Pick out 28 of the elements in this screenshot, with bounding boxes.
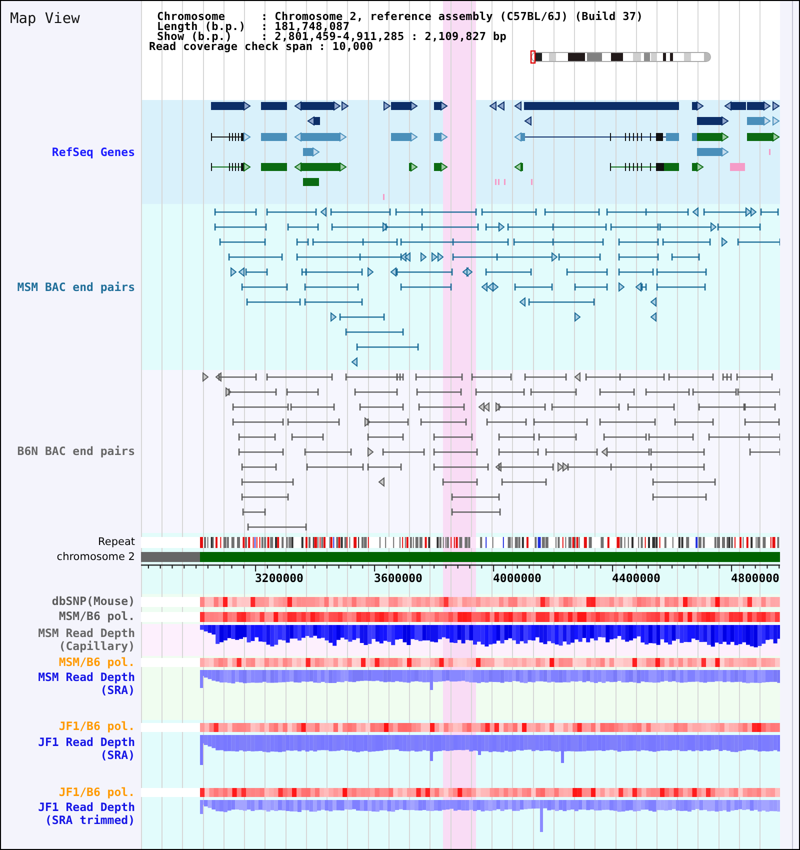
axis-tick-label: 3200000 bbox=[255, 572, 304, 584]
track-label: dbSNP(Mouse) bbox=[52, 595, 135, 608]
track-label: B6N BAC end pairs bbox=[17, 445, 135, 458]
info-label: Show (b.p.) bbox=[157, 32, 232, 42]
track-label: JF1/B6 pol. bbox=[58, 786, 135, 799]
track-label: MSM/B6 pol. bbox=[58, 610, 135, 623]
info-label: Length (b.p.) bbox=[157, 22, 246, 32]
track-label: JF1 Read Depth (SRA trimmed) bbox=[37, 801, 135, 827]
info-value: : Chromosome 2, reference assembly (C57BL/6J) (Build 37) bbox=[261, 12, 644, 22]
track-label: chromosome 2 bbox=[56, 550, 135, 562]
track-label: JF1 Read Depth (SRA) bbox=[37, 736, 135, 762]
track-label: MSM Read Depth (Capillary) bbox=[37, 627, 135, 653]
track-label: JF1/B6 pol. bbox=[58, 720, 135, 733]
axis-tick-label: 4000000 bbox=[493, 572, 542, 584]
info-value: : 10,000 bbox=[318, 42, 374, 52]
track-label: MSM/B6 pol. bbox=[58, 656, 135, 669]
info-value: : 2,801,459-4,911,285 : 2,109,827 bp bbox=[261, 32, 507, 42]
track-label: RefSeq Genes bbox=[52, 146, 135, 158]
info-label: Read coverage check span bbox=[149, 42, 313, 52]
info-label: Chromosome bbox=[157, 12, 226, 22]
axis-tick-label: 4400000 bbox=[612, 572, 662, 584]
track-label: Repeat bbox=[98, 536, 135, 548]
window-title: Map View bbox=[9, 10, 80, 27]
axis-tick-label: 4800000 bbox=[731, 572, 780, 584]
info-value: : 181,748,087 bbox=[261, 22, 350, 32]
track-label: MSM BAC end pairs bbox=[17, 280, 135, 294]
track-label: MSM Read Depth (SRA) bbox=[37, 671, 135, 697]
axis-tick-label: 3600000 bbox=[374, 572, 424, 584]
